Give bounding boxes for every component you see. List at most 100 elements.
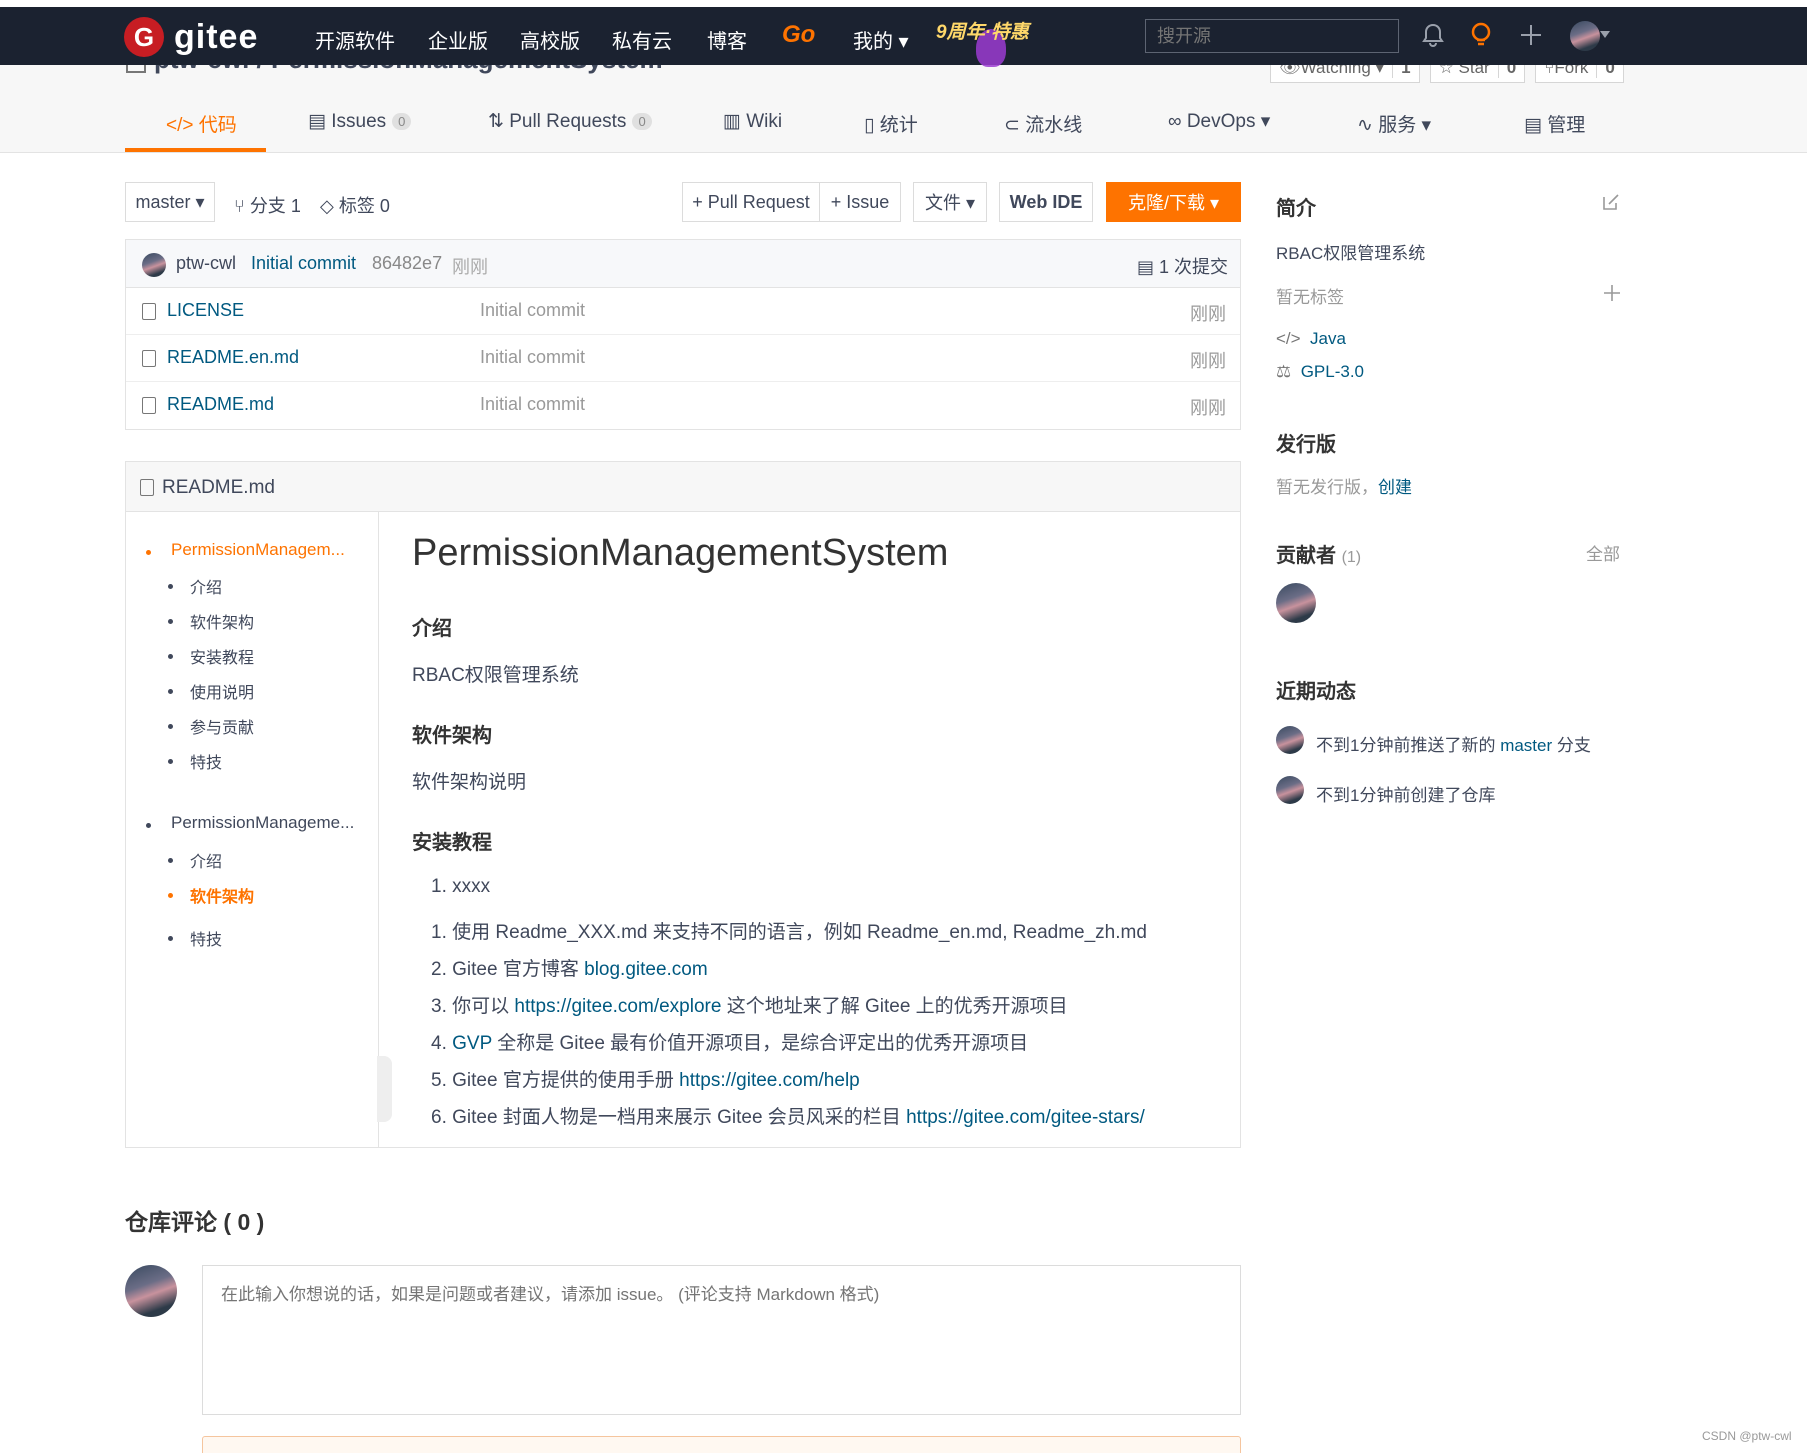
edit-icon[interactable] — [1601, 192, 1621, 212]
nav-mine-dropdown[interactable]: 我的 ▾ — [853, 25, 909, 54]
branches-link[interactable]: ⑂ 分支 1 — [234, 192, 301, 218]
nav-open-source[interactable]: 开源软件 — [315, 25, 395, 54]
commit-message[interactable]: Initial commit — [251, 253, 356, 274]
readme-toc: PermissionManagem... 介绍 软件架构 安装教程 使用说明 参… — [126, 512, 379, 1147]
install-item-text: Gitee 封面人物是一档用来展示 Gitee 会员风采的栏目 — [452, 1107, 907, 1128]
install-item-link[interactable]: https://gitee.com/gitee-stars/ — [906, 1107, 1145, 1128]
file-name[interactable]: README.md — [167, 394, 274, 415]
nav-blog[interactable]: 博客 — [707, 25, 747, 54]
new-issue-button[interactable]: + Issue — [819, 182, 901, 222]
tab-pipeline[interactable]: ⊂ 流水线 — [1004, 110, 1082, 137]
activity-avatar[interactable] — [1276, 776, 1304, 804]
nav-education[interactable]: 高校版 — [520, 25, 580, 54]
install-item-link[interactable]: blog.gitee.com — [584, 959, 708, 980]
plus-icon[interactable] — [1517, 21, 1545, 49]
toc-item[interactable]: 介绍 — [190, 574, 222, 598]
toc-item[interactable]: 参与贡献 — [190, 714, 254, 738]
toc-item[interactable]: 特技 — [190, 926, 222, 950]
promo-anniversary-banner[interactable]: 9周年·特惠 — [936, 17, 1029, 44]
toc-item[interactable]: 软件架构 — [190, 609, 254, 633]
sidebar-intro-title: 简介 — [1276, 198, 1316, 220]
commit-author-avatar[interactable] — [142, 253, 166, 277]
toc-item[interactable]: 特技 — [190, 749, 222, 773]
scale-icon: ⚖ — [1276, 362, 1292, 381]
install-item-number: 6. — [431, 1107, 447, 1128]
nav-enterprise[interactable]: 企业版 — [428, 25, 488, 54]
toc-item[interactable]: PermissionManagem... — [171, 540, 361, 560]
install-item-text: Gitee 官方提供的使用手册 — [452, 1070, 680, 1091]
tab-devops[interactable]: ∞ DevOps ▾ — [1168, 110, 1270, 133]
chevron-down-icon[interactable] — [1600, 31, 1610, 39]
tab-issues-count: 0 — [392, 113, 412, 131]
clone-download-button[interactable]: 克隆/下载 ▾ — [1106, 182, 1241, 222]
tags-link[interactable]: ◇ 标签 0 — [320, 192, 390, 218]
activity-avatar[interactable] — [1276, 726, 1304, 754]
commit-author[interactable]: ptw-cwl — [176, 253, 236, 274]
nav-private-cloud[interactable]: 私有云 — [612, 25, 672, 54]
readme-filename: README.md — [162, 477, 275, 498]
install-item: 2. Gitee 官方博客 blog.gitee.com — [431, 954, 708, 981]
sidebar-license[interactable]: ⚖ GPL-3.0 — [1276, 362, 1364, 382]
contributors-all-link[interactable]: 全部 — [1586, 540, 1620, 565]
file-name[interactable]: README.en.md — [167, 347, 299, 368]
comment-input[interactable] — [202, 1265, 1241, 1415]
tab-manage[interactable]: ▤ 管理 — [1524, 110, 1585, 137]
latest-commit-row: ptw-cwl Initial commit 86482e7 刚刚 ▤ 1 次提… — [126, 240, 1240, 288]
toc-item[interactable]: 软件架构 — [190, 883, 254, 907]
gitee-logo[interactable]: G gitee — [124, 17, 258, 57]
install-item-link[interactable]: https://gitee.com/help — [679, 1070, 860, 1091]
contributors-count: (1) — [1341, 549, 1362, 566]
lightbulb-icon[interactable] — [1467, 21, 1495, 49]
tab-stats[interactable]: ▯ 统计 — [864, 110, 918, 137]
install-item-text: 使用 Readme_XXX.md 来支持不同的语言，例如 Readme_en.m… — [452, 922, 1147, 943]
file-commit-message[interactable]: Initial commit — [480, 394, 585, 415]
tab-pull-requests[interactable]: ⇅ Pull Requests 0 — [488, 110, 652, 133]
branch-select[interactable]: master ▾ — [125, 182, 215, 222]
search-input[interactable] — [1145, 19, 1399, 53]
file-row: LICENSE Initial commit 刚刚 — [126, 288, 1240, 335]
tab-wiki-label: Wiki — [746, 111, 783, 132]
file-time: 刚刚 — [1190, 398, 1226, 418]
toc-collapse-handle[interactable] — [377, 1056, 392, 1122]
toc-item[interactable]: PermissionManageme... — [171, 813, 361, 833]
commit-count-link[interactable]: ▤ 1 次提交 — [1137, 253, 1228, 279]
sidebar-release-text: 暂无发行版，创建 — [1276, 473, 1412, 498]
readme-title: PermissionManagementSystem — [412, 532, 949, 574]
new-pull-request-button[interactable]: + Pull Request — [682, 182, 820, 222]
install-item-text-after: 这个地址来了解 Gitee 上的优秀开源项目 — [721, 996, 1068, 1017]
file-name[interactable]: LICENSE — [167, 300, 244, 321]
readme-file-icon — [140, 479, 154, 496]
code-icon: </> — [1276, 329, 1301, 348]
tab-manage-label: 管理 — [1547, 115, 1586, 136]
install-item-number: 4. — [431, 1033, 447, 1054]
web-ide-button[interactable]: Web IDE — [999, 182, 1093, 222]
install-item-link[interactable]: https://gitee.com/explore — [514, 996, 721, 1017]
commit-hash[interactable]: 86482e7 — [372, 253, 442, 274]
toc-item[interactable]: 介绍 — [190, 848, 222, 872]
file-commit-message[interactable]: Initial commit — [480, 300, 585, 321]
sidebar-language[interactable]: </> Java — [1276, 329, 1346, 349]
activity-item: 不到1分钟前推送了新的 master 分支 — [1316, 731, 1591, 756]
tab-code[interactable]: </> 代码 — [166, 110, 237, 137]
comment-user-avatar[interactable] — [125, 1265, 177, 1317]
file-commit-message[interactable]: Initial commit — [480, 347, 585, 368]
bell-icon[interactable] — [1419, 21, 1447, 49]
create-release-link[interactable]: 创建 — [1378, 478, 1412, 497]
file-row: README.md Initial commit 刚刚 — [126, 382, 1240, 429]
tab-services[interactable]: ∿ 服务 ▾ — [1357, 110, 1431, 137]
activity-branch-link[interactable]: master — [1500, 736, 1552, 755]
add-tag-icon[interactable] — [1603, 284, 1621, 302]
tab-issues[interactable]: ▤ Issues 0 — [308, 110, 412, 133]
toc-item[interactable]: 安装教程 — [190, 644, 254, 668]
tab-wiki[interactable]: ▥ Wiki — [723, 110, 782, 133]
user-avatar[interactable] — [1570, 21, 1600, 51]
contributor-avatar[interactable] — [1276, 583, 1316, 623]
sidebar-language-text: Java — [1310, 329, 1346, 348]
toc-item[interactable]: 使用说明 — [190, 679, 254, 703]
nav-go[interactable]: Go — [782, 21, 815, 49]
install-item-link[interactable]: GVP — [452, 1033, 492, 1054]
file-dropdown-button[interactable]: 文件 ▾ — [913, 182, 987, 222]
install-item: 4. GVP 全称是 Gitee 最有价值开源项目，是综合评定出的优秀开源项目 — [431, 1028, 1028, 1055]
file-icon — [142, 350, 156, 367]
commit-count: 1 次提交 — [1158, 257, 1228, 277]
